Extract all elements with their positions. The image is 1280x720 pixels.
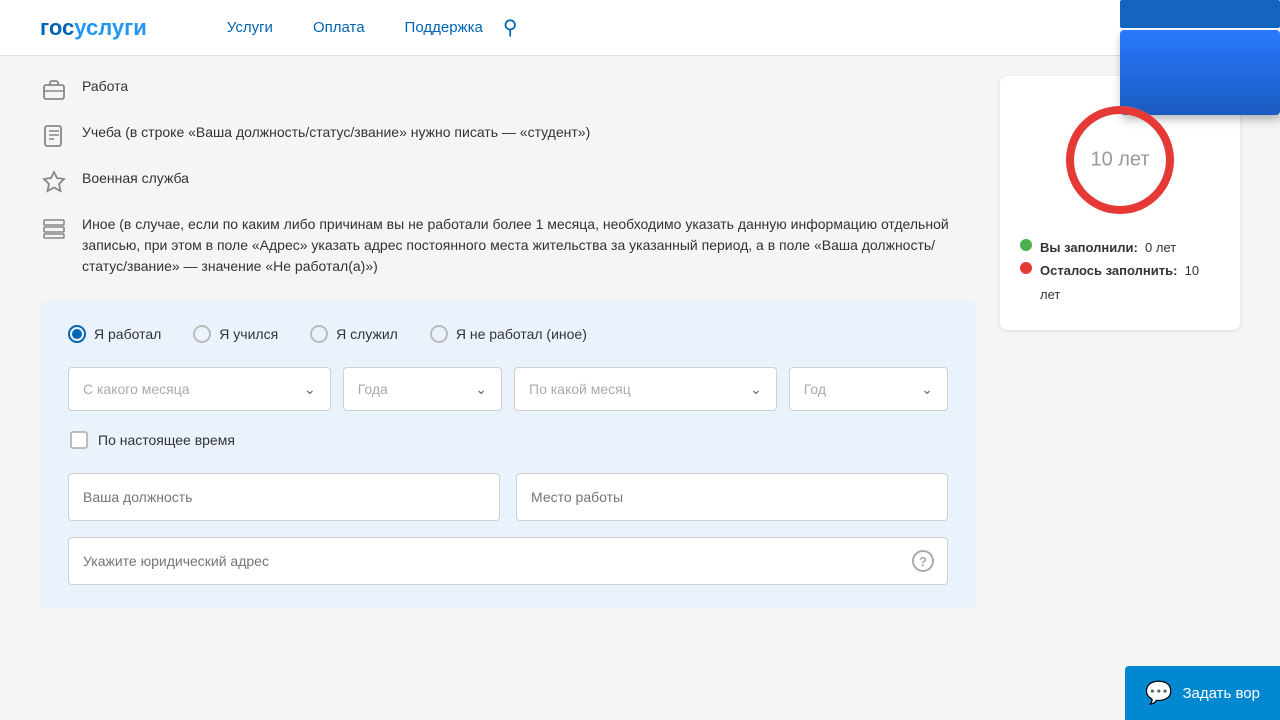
nav-uslugi[interactable]: Услуги xyxy=(227,19,273,36)
sidebar: 10 лет Вы заполнили: 0 лет Осталось запо… xyxy=(1000,76,1240,609)
logo-gos: гос xyxy=(40,15,74,40)
header-top-button[interactable] xyxy=(1120,0,1280,28)
help-icon[interactable]: ? xyxy=(912,550,934,572)
remaining-dot xyxy=(1020,262,1032,274)
layers-icon xyxy=(40,214,68,242)
legend-filled-text: Вы заполнили: 0 лет xyxy=(1040,236,1176,259)
circle-label: 10 лет xyxy=(1090,149,1149,172)
to-year-label: Год xyxy=(804,381,826,397)
list-item: Работа xyxy=(40,76,976,104)
chat-label: Задать вор xyxy=(1182,685,1260,702)
radio-served[interactable]: Я служил xyxy=(310,325,398,343)
book-icon xyxy=(40,122,68,150)
radio-studied-circle xyxy=(193,325,211,343)
radio-served-label: Я служил xyxy=(336,326,398,342)
workplace-input[interactable] xyxy=(516,473,948,521)
nav-oplata[interactable]: Оплата xyxy=(313,19,365,36)
form-section: Я работал Я учился Я служил Я не работал… xyxy=(40,301,976,609)
header-right-buttons xyxy=(1120,0,1280,115)
radio-group: Я работал Я учился Я служил Я не работал… xyxy=(68,325,948,343)
date-row: С какого месяца ⌄ Года ⌄ По какой месяц … xyxy=(68,367,948,411)
military-text: Военная служба xyxy=(82,168,976,189)
content-area: Работа Учеба (в строке «Ваша должность/с… xyxy=(40,76,976,609)
radio-served-circle xyxy=(310,325,328,343)
to-month-chevron-icon: ⌄ xyxy=(750,381,762,398)
radio-studied-label: Я учился xyxy=(219,326,278,342)
star-icon xyxy=(40,168,68,196)
from-year-label: Года xyxy=(358,381,388,397)
radio-notworked-label: Я не работал (иное) xyxy=(456,326,587,342)
chat-button[interactable]: 💬 Задать вор xyxy=(1125,666,1280,720)
search-icon[interactable]: ⚲ xyxy=(503,15,518,40)
radio-notworked-circle xyxy=(430,325,448,343)
list-item: Иное (в случае, если по каким либо причи… xyxy=(40,214,976,277)
from-month-label: С какого месяца xyxy=(83,381,190,397)
from-month-chevron-icon: ⌄ xyxy=(304,381,316,398)
position-workplace-row xyxy=(68,473,948,521)
main-nav: Услуги Оплата Поддержка xyxy=(227,19,483,36)
from-year-select[interactable]: Года ⌄ xyxy=(343,367,502,411)
info-list: Работа Учеба (в строке «Ваша должность/с… xyxy=(40,76,976,277)
to-year-select[interactable]: Год ⌄ xyxy=(789,367,948,411)
logo-uslugi: услуги xyxy=(74,15,147,40)
present-checkbox[interactable] xyxy=(70,431,88,449)
header: госуслуги Услуги Оплата Поддержка ⚲ xyxy=(0,0,1280,56)
other-text: Иное (в случае, если по каким либо причи… xyxy=(82,214,976,277)
to-month-label: По какой месяц xyxy=(529,381,631,397)
list-item: Военная служба xyxy=(40,168,976,196)
nav-support[interactable]: Поддержка xyxy=(405,19,483,36)
list-item: Учеба (в строке «Ваша должность/статус/з… xyxy=(40,122,976,150)
filled-dot xyxy=(1020,239,1032,251)
position-input[interactable] xyxy=(68,473,500,521)
to-year-chevron-icon: ⌄ xyxy=(921,381,933,398)
legend-remaining-text: Осталось заполнить: 10 лет xyxy=(1040,259,1220,306)
legend-filled: Вы заполнили: 0 лет xyxy=(1020,236,1220,259)
radio-worked-circle xyxy=(68,325,86,343)
present-checkbox-label: По настоящее время xyxy=(98,432,235,448)
logo: госуслуги xyxy=(40,15,147,41)
from-month-select[interactable]: С какого месяца ⌄ xyxy=(68,367,331,411)
address-input[interactable] xyxy=(68,537,948,585)
main-content: Работа Учеба (в строке «Ваша должность/с… xyxy=(0,56,1280,629)
work-text: Работа xyxy=(82,76,976,97)
chat-icon: 💬 xyxy=(1145,680,1172,706)
radio-worked[interactable]: Я работал xyxy=(68,325,161,343)
briefcase-icon xyxy=(40,76,68,104)
radio-studied[interactable]: Я учился xyxy=(193,325,278,343)
checkbox-row: По настоящее время xyxy=(68,431,948,449)
progress-circle: 10 лет xyxy=(1060,100,1180,220)
from-year-chevron-icon: ⌄ xyxy=(475,381,487,398)
progress-legend: Вы заполнили: 0 лет Осталось заполнить: … xyxy=(1020,236,1220,306)
radio-notworked[interactable]: Я не работал (иное) xyxy=(430,325,587,343)
radio-worked-label: Я работал xyxy=(94,326,161,342)
legend-remaining: Осталось заполнить: 10 лет xyxy=(1020,259,1220,306)
study-text: Учеба (в строке «Ваша должность/статус/з… xyxy=(82,122,976,143)
to-month-select[interactable]: По какой месяц ⌄ xyxy=(514,367,777,411)
address-wrapper: ? xyxy=(68,537,948,585)
